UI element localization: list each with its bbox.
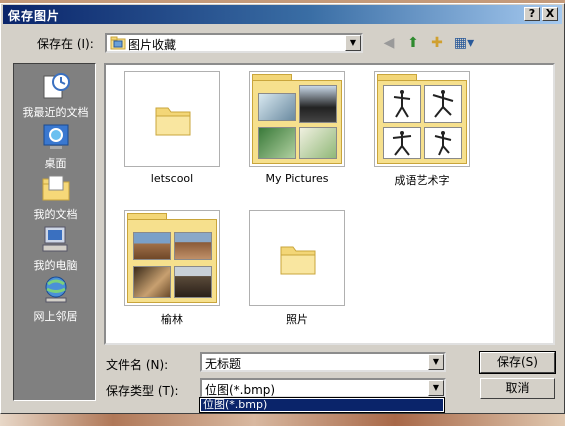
file-thumbnail: [374, 71, 470, 167]
photo-folder-icon: [127, 213, 217, 303]
folder-icon: [155, 107, 191, 136]
save-button[interactable]: 保存(S): [479, 351, 556, 374]
places-item-recent[interactable]: 我最近的文档: [14, 70, 97, 120]
places-item-my-documents[interactable]: 我的文档: [14, 172, 97, 222]
file-thumbnail: [249, 210, 345, 306]
chevron-down-icon[interactable]: ▼: [345, 35, 361, 51]
save-in-label: 保存在 (I):: [37, 37, 94, 51]
desktop-background-bottom: [0, 414, 565, 426]
places-bar: 我最近的文档 桌面 我的文档 我的电脑 网上邻居: [13, 63, 96, 401]
file-name: 照片: [286, 313, 308, 326]
file-name: 成语艺术字: [394, 174, 450, 187]
filetype-value: 位图(*.bmp): [205, 383, 276, 397]
places-item-desktop[interactable]: 桌面: [14, 121, 97, 171]
help-button[interactable]: ?: [524, 7, 540, 21]
new-folder-icon[interactable]: ✚: [427, 33, 447, 53]
picture-folder-icon: [110, 36, 126, 50]
places-label-my-documents: 我的文档: [33, 208, 78, 221]
close-button[interactable]: X: [542, 7, 558, 21]
file-thumbnail: [249, 71, 345, 167]
filetype-select[interactable]: 位图(*.bmp) ▼: [200, 378, 446, 398]
file-name: 榆林: [161, 313, 183, 326]
photo-folder-icon: [252, 74, 342, 164]
filetype-option[interactable]: 位图(*.bmp): [201, 399, 443, 411]
my-computer-icon: [42, 226, 67, 252]
filename-input[interactable]: 无标题 ▼: [200, 352, 446, 372]
filetype-label: 保存类型 (T):: [106, 384, 179, 398]
photo-folder-icon: [377, 74, 467, 164]
save-in-combo[interactable]: 图片收藏 ▼: [105, 33, 363, 53]
desktop-icon: [43, 124, 68, 149]
file-name: letscool: [150, 172, 194, 185]
file-item-yulin[interactable]: 榆林: [112, 210, 232, 327]
places-label-my-computer: 我的电脑: [33, 259, 78, 272]
folder-icon: [280, 246, 316, 275]
up-folder-icon[interactable]: ⬆: [403, 33, 423, 53]
filename-value: 无标题: [205, 357, 242, 371]
places-label-desktop: 桌面: [44, 157, 67, 170]
title-bar[interactable]: 保存图片 ? X: [3, 5, 562, 24]
chevron-down-icon[interactable]: ▼: [428, 380, 444, 396]
file-list: letscool My Pictures 成语艺术字 榆林 照片: [104, 63, 555, 345]
chevron-down-icon[interactable]: ▼: [428, 354, 444, 370]
recent-documents-icon: [43, 73, 70, 99]
places-item-my-computer[interactable]: 我的电脑: [14, 223, 97, 273]
file-item-my-pictures[interactable]: My Pictures: [237, 71, 357, 185]
file-item-idiom-art[interactable]: 成语艺术字: [362, 71, 482, 188]
file-item-photos[interactable]: 照片: [237, 210, 357, 327]
back-icon[interactable]: ◀: [379, 33, 399, 53]
file-thumbnail: [124, 210, 220, 306]
cancel-button[interactable]: 取消: [480, 378, 555, 399]
save-picture-dialog: 保存图片 ? X 保存在 (I): 图片收藏 ▼ ◀ ⬆ ✚ ▦▾ 我最近的文档: [0, 3, 565, 414]
file-thumbnail: [124, 71, 220, 167]
file-name: My Pictures: [265, 172, 329, 185]
window-title: 保存图片: [8, 9, 61, 23]
places-label-recent: 我最近的文档: [22, 106, 89, 119]
save-in-value: 图片收藏: [128, 38, 177, 52]
my-documents-icon: [42, 175, 69, 201]
view-menu-icon[interactable]: ▦▾: [451, 33, 477, 53]
network-places-icon: [45, 276, 66, 303]
filename-label: 文件名 (N):: [106, 358, 169, 372]
filetype-dropdown-list: 位图(*.bmp): [199, 397, 445, 413]
file-item-letscool[interactable]: letscool: [112, 71, 232, 185]
places-label-network: 网上邻居: [33, 310, 78, 323]
places-item-network[interactable]: 网上邻居: [14, 274, 97, 324]
